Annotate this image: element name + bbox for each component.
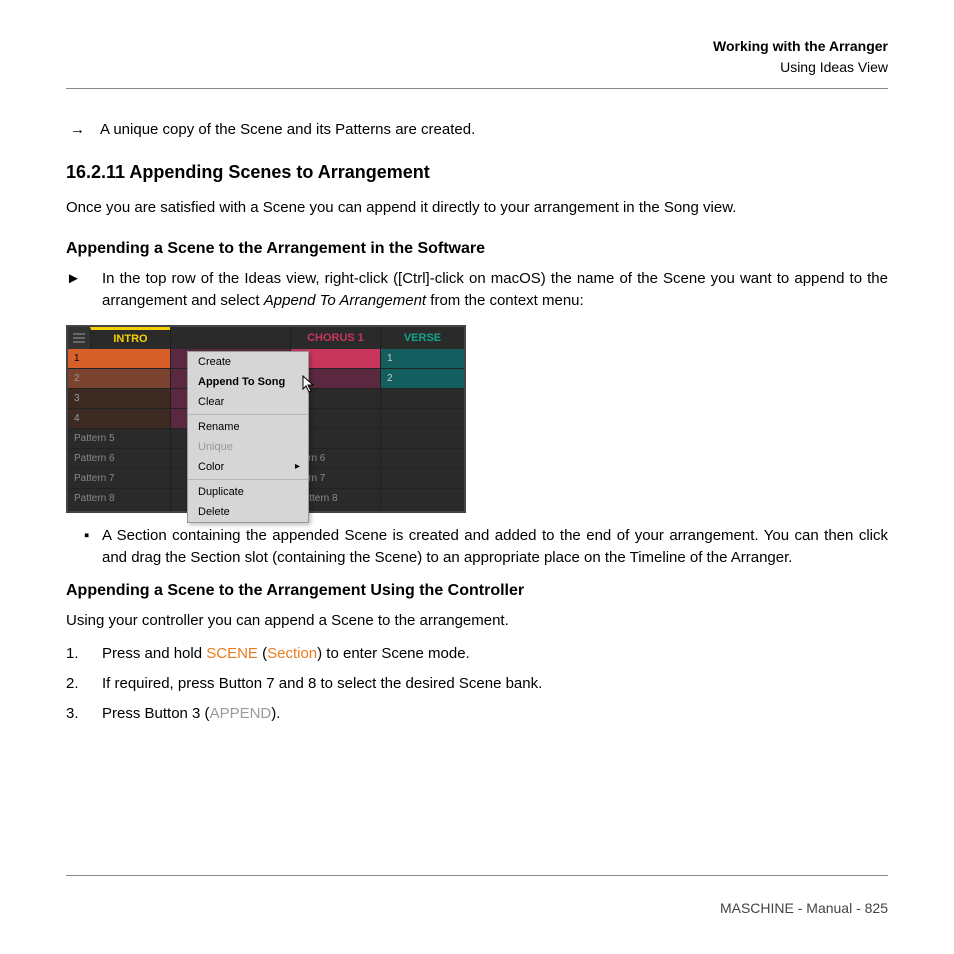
menu-delete[interactable]: Delete <box>188 502 308 522</box>
cell[interactable]: 2 <box>68 369 170 389</box>
step-bullet-2: ▪ A Section containing the appended Scen… <box>84 525 888 570</box>
scene-label: SCENE <box>206 645 258 662</box>
cell[interactable]: 1 <box>381 349 464 369</box>
cell[interactable]: 1 <box>68 349 170 369</box>
menu-unique: Unique <box>188 437 308 457</box>
menu-clear[interactable]: Clear <box>188 392 308 412</box>
screenshot-ideas-view: INTRO CHORUS 1 VERSE 1 2 3 4 Pattern 5 P… <box>66 325 466 513</box>
intro-paragraph: Once you are satisfied with a Scene you … <box>66 197 888 220</box>
menu-create[interactable]: Create <box>188 352 308 372</box>
step-bullet-1: ► In the top row of the Ideas view, righ… <box>66 268 888 313</box>
cell[interactable]: Pattern 5 <box>68 429 170 449</box>
cell[interactable] <box>381 429 464 449</box>
scene-col-1: 1 2 3 4 Pattern 5 Pattern 6 Pattern 7 Pa… <box>68 349 170 511</box>
menu-color-label: Color <box>198 461 224 473</box>
page: Working with the Arranger Using Ideas Vi… <box>0 0 954 954</box>
list-text: Press Button 3 (APPEND). <box>102 702 888 726</box>
scene-body: 1 2 3 4 Pattern 5 Pattern 6 Pattern 7 Pa… <box>68 349 464 511</box>
list-text: If required, press Button 7 and 8 to sel… <box>102 672 888 696</box>
list-item: 2. If required, press Button 7 and 8 to … <box>66 672 888 696</box>
menu-duplicate[interactable]: Duplicate <box>188 482 308 502</box>
arrow-right-icon: → <box>70 121 100 138</box>
list-item: 3. Press Button 3 (APPEND). <box>66 702 888 726</box>
running-head: Working with the Arranger Using Ideas Vi… <box>66 36 888 78</box>
txt-part: Press Button 3 ( <box>102 705 210 722</box>
cell[interactable]: 2 <box>381 369 464 389</box>
cell[interactable] <box>381 489 464 509</box>
play-triangle-icon: ► <box>66 268 102 313</box>
context-menu: Create Append To Song Clear Rename Uniqu… <box>187 351 309 523</box>
scene-header-intro[interactable]: INTRO <box>90 327 170 349</box>
scene-header-build[interactable] <box>170 327 290 349</box>
list-number: 2. <box>66 672 102 696</box>
running-head-title: Working with the Arranger <box>66 36 888 57</box>
txt-part: ). <box>271 705 280 722</box>
cell[interactable]: Pattern 7 <box>68 469 170 489</box>
section-heading: 16.2.11 Appending Scenes to Arrangement <box>66 162 888 183</box>
step-bullet-1-italic: Append To Arrangement <box>264 292 426 309</box>
txt-part: Press and hold <box>102 645 206 662</box>
hamburger-icon[interactable] <box>68 327 90 349</box>
scene-header-verse[interactable]: VERSE <box>380 327 464 349</box>
cell[interactable] <box>381 449 464 469</box>
page-footer: MASCHINE - Manual - 825 <box>720 900 888 916</box>
txt-part: ( <box>258 645 267 662</box>
list-number: 1. <box>66 642 102 666</box>
scene-col-4: 1 2 <box>380 349 464 511</box>
controller-paragraph: Using your controller you can append a S… <box>66 610 888 633</box>
running-head-sub: Using Ideas View <box>66 57 888 78</box>
cell[interactable] <box>381 469 464 489</box>
menu-separator <box>188 414 308 415</box>
txt-part: ) to enter Scene mode. <box>317 645 470 662</box>
append-label: APPEND <box>210 705 272 722</box>
step-bullet-1b: from the context menu: <box>426 292 584 309</box>
list-item: 1. Press and hold SCENE (Section) to ent… <box>66 642 888 666</box>
list-text: Press and hold SCENE (Section) to enter … <box>102 642 888 666</box>
cell[interactable] <box>381 409 464 429</box>
cell[interactable]: Pattern 6 <box>68 449 170 469</box>
top-rule <box>66 88 888 89</box>
result-text: A unique copy of the Scene and its Patte… <box>100 121 888 138</box>
cursor-icon <box>302 375 316 393</box>
cell[interactable]: Pattern 8 <box>68 489 170 509</box>
menu-color[interactable]: Color ▸ <box>188 457 308 477</box>
menu-separator <box>188 479 308 480</box>
subheading-software: Appending a Scene to the Arrangement in … <box>66 240 888 258</box>
cell[interactable]: 4 <box>68 409 170 429</box>
menu-append-to-song[interactable]: Append To Song <box>188 372 308 392</box>
menu-rename[interactable]: Rename <box>188 417 308 437</box>
scene-header-row: INTRO CHORUS 1 VERSE <box>68 327 464 349</box>
cell[interactable] <box>381 389 464 409</box>
scene-header-chorus[interactable]: CHORUS 1 <box>290 327 380 349</box>
result-line: → A unique copy of the Scene and its Pat… <box>70 121 888 138</box>
step-bullet-2-text: A Section containing the appended Scene … <box>102 525 888 570</box>
subheading-controller: Appending a Scene to the Arrangement Usi… <box>66 582 888 600</box>
step-bullet-1-text: In the top row of the Ideas view, right-… <box>102 268 888 313</box>
list-number: 3. <box>66 702 102 726</box>
chevron-right-icon: ▸ <box>295 461 300 472</box>
section-label: Section <box>267 645 317 662</box>
bottom-rule <box>66 875 888 876</box>
square-bullet-icon: ▪ <box>84 525 102 570</box>
cell[interactable]: 3 <box>68 389 170 409</box>
ordered-list: 1. Press and hold SCENE (Section) to ent… <box>66 642 888 726</box>
